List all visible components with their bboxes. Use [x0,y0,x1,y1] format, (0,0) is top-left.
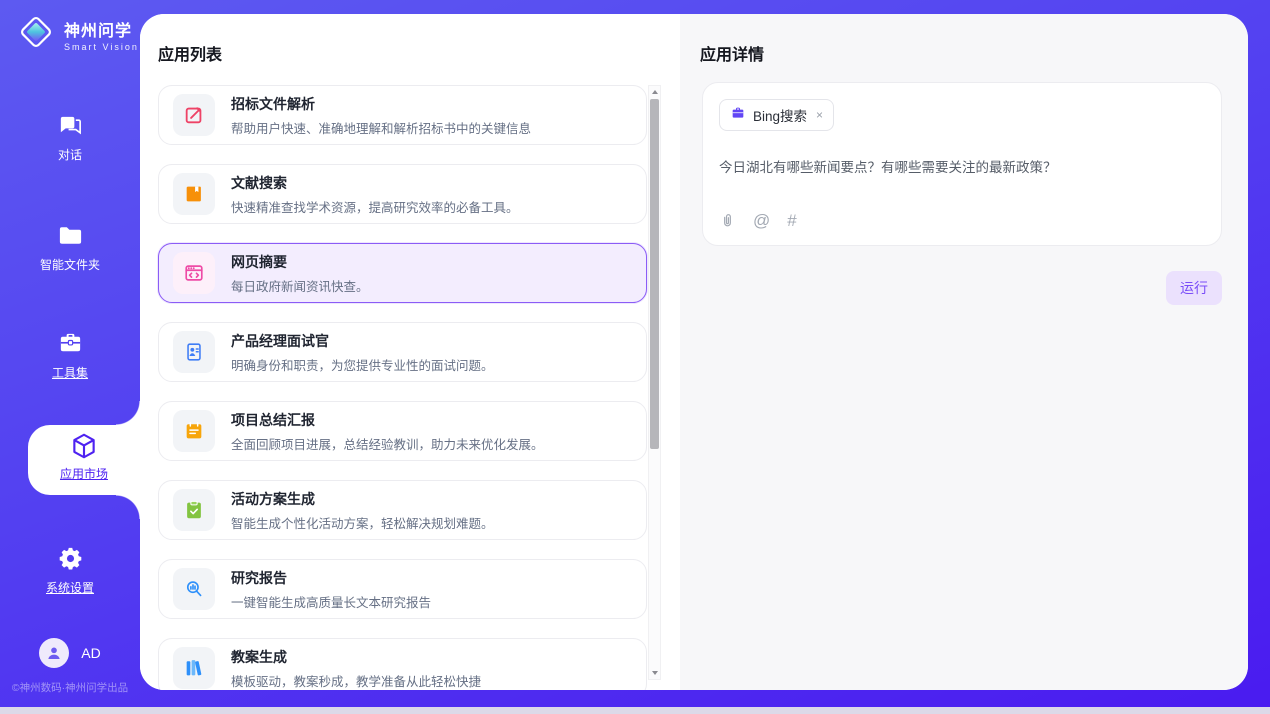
app-card-desc: 帮助用户快速、准确地理解和解析招标书中的关键信息 [231,118,531,137]
attachment-icon[interactable] [719,212,736,229]
app-card-name: 项目总结汇报 [231,410,544,430]
scroll-up-arrow-icon[interactable] [649,86,660,98]
app-card-name: 教案生成 [231,647,481,667]
hash-icon[interactable]: # [787,212,796,229]
composer-toolbar: @ # [719,212,1205,229]
brand-name: 神州问学 [64,17,139,41]
brand-logo: 神州问学 Smart Vision [16,12,139,57]
app-card-name: 活动方案生成 [231,489,494,509]
clipboard-check-icon [173,489,215,531]
sidebar-item-app-market[interactable]: 应用市场 [28,425,140,495]
app-card-desc: 明确身份和职责，为您提供专业性的面试问题。 [231,355,494,374]
books-icon [173,647,215,689]
app-card-name: 文献搜索 [231,173,519,193]
app-card-bid-parse[interactable]: 招标文件解析 帮助用户快速、准确地理解和解析招标书中的关键信息 [158,85,647,145]
scrollbar-thumb[interactable] [650,99,659,449]
app-card-research-report[interactable]: 研究报告 一键智能生成高质量长文本研究报告 [158,559,647,619]
tool-tag-label: Bing搜索 [753,105,807,125]
sidebar-item-label: 对话 [0,146,140,163]
sidebar-footer: AD ©神州数码·神州问学出品 [0,638,140,707]
main-content: 应用列表 招标文件解析 帮助用户快速、准确地理解和解析招标书中的关键信息 [140,14,1248,690]
browser-code-icon [173,252,215,294]
sidebar-item-label: 工具集 [0,364,140,381]
app-card-name: 招标文件解析 [231,94,531,114]
query-text[interactable]: 今日湖北有哪些新闻要点？有哪些需要关注的最新政策？ [719,158,1205,178]
tab-curve-bottom [116,495,140,519]
app-card-web-summary[interactable]: 网页摘要 每日政府新闻资讯快查。 [158,243,647,303]
app-detail-title: 应用详情 [680,14,1248,65]
tag-close-icon[interactable]: × [814,108,823,122]
research-chart-icon [173,568,215,610]
app-card-project-summary[interactable]: 项目总结汇报 全面回顾项目进展，总结经验教训，助力未来优化发展。 [158,401,647,461]
app-card-name: 研究报告 [231,568,431,588]
copyright-text: ©神州数码·神州问学出品 [0,680,140,707]
query-composer[interactable]: Bing搜索 × 今日湖北有哪些新闻要点？有哪些需要关注的最新政策？ @ # [702,82,1222,246]
app-card-desc: 智能生成个性化活动方案，轻松解决规划难题。 [231,513,494,532]
calendar-report-icon [173,410,215,452]
sidebar-item-smart-folder[interactable]: 智能文件夹 [0,222,140,273]
list-scrollbar[interactable] [648,85,661,680]
gear-icon [0,545,140,572]
scroll-down-arrow-icon[interactable] [649,667,660,679]
sidebar-item-settings[interactable]: 系统设置 [0,545,140,596]
sidebar-item-label: 应用市场 [28,465,140,482]
sidebar: 神州问学 Smart Vision 对话 智能文件夹 [0,0,140,707]
app-card-event-plan[interactable]: 活动方案生成 智能生成个性化活动方案，轻松解决规划难题。 [158,480,647,540]
app-card-lesson-plan[interactable]: 教案生成 模板驱动，教案秒成，教学准备从此轻松快捷 [158,638,647,690]
run-button[interactable]: 运行 [1166,271,1222,305]
app-card-literature-search[interactable]: 文献搜索 快速精准查找学术资源，提高研究效率的必备工具。 [158,164,647,224]
cube-icon [28,431,140,461]
book-icon [173,173,215,215]
app-card-desc: 全面回顾项目进展，总结经验教训，助力未来优化发展。 [231,434,544,453]
chat-icon [0,112,140,139]
sidebar-item-chat[interactable]: 对话 [0,112,140,163]
brand-subtitle: Smart Vision [64,42,139,52]
mention-icon[interactable]: @ [753,212,770,229]
toolbox-icon [0,330,140,357]
app-card-desc: 每日政府新闻资讯快查。 [231,276,369,295]
app-list-title: 应用列表 [140,14,680,65]
window-bottom-edge [0,707,1270,714]
avatar [39,638,69,668]
sidebar-item-toolset[interactable]: 工具集 [0,330,140,381]
app-card-desc: 一键智能生成高质量长文本研究报告 [231,592,431,611]
app-card-name: 产品经理面试官 [231,331,494,351]
app-card-name: 网页摘要 [231,252,369,272]
tab-curve-top [116,401,140,425]
user-initials: AD [81,645,100,661]
app-card-desc: 模板驱动，教案秒成，教学准备从此轻松快捷 [231,671,481,690]
briefcase-icon [730,105,746,126]
app-card-pm-interviewer[interactable]: 产品经理面试官 明确身份和职责，为您提供专业性的面试问题。 [158,322,647,382]
edit-document-icon [173,94,215,136]
sidebar-item-label: 系统设置 [0,579,140,596]
resume-person-icon [173,331,215,373]
app-detail-panel: 应用详情 Bing搜索 × 今日湖北有哪些新闻要点？有哪些需要关注的最新政策？ [680,14,1248,690]
app-card-desc: 快速精准查找学术资源，提高研究效率的必备工具。 [231,197,519,216]
app-card-list: 招标文件解析 帮助用户快速、准确地理解和解析招标书中的关键信息 文献搜索 快速精… [158,85,647,690]
folder-icon [0,222,140,249]
app-list-panel: 应用列表 招标文件解析 帮助用户快速、准确地理解和解析招标书中的关键信息 [140,14,680,690]
app-frame: 神州问学 Smart Vision 对话 智能文件夹 [0,0,1270,707]
tool-tag-bing-search[interactable]: Bing搜索 × [719,99,834,131]
user-account[interactable]: AD [0,638,140,668]
diamond-logo-icon [16,12,56,57]
sidebar-item-label: 智能文件夹 [0,256,140,273]
